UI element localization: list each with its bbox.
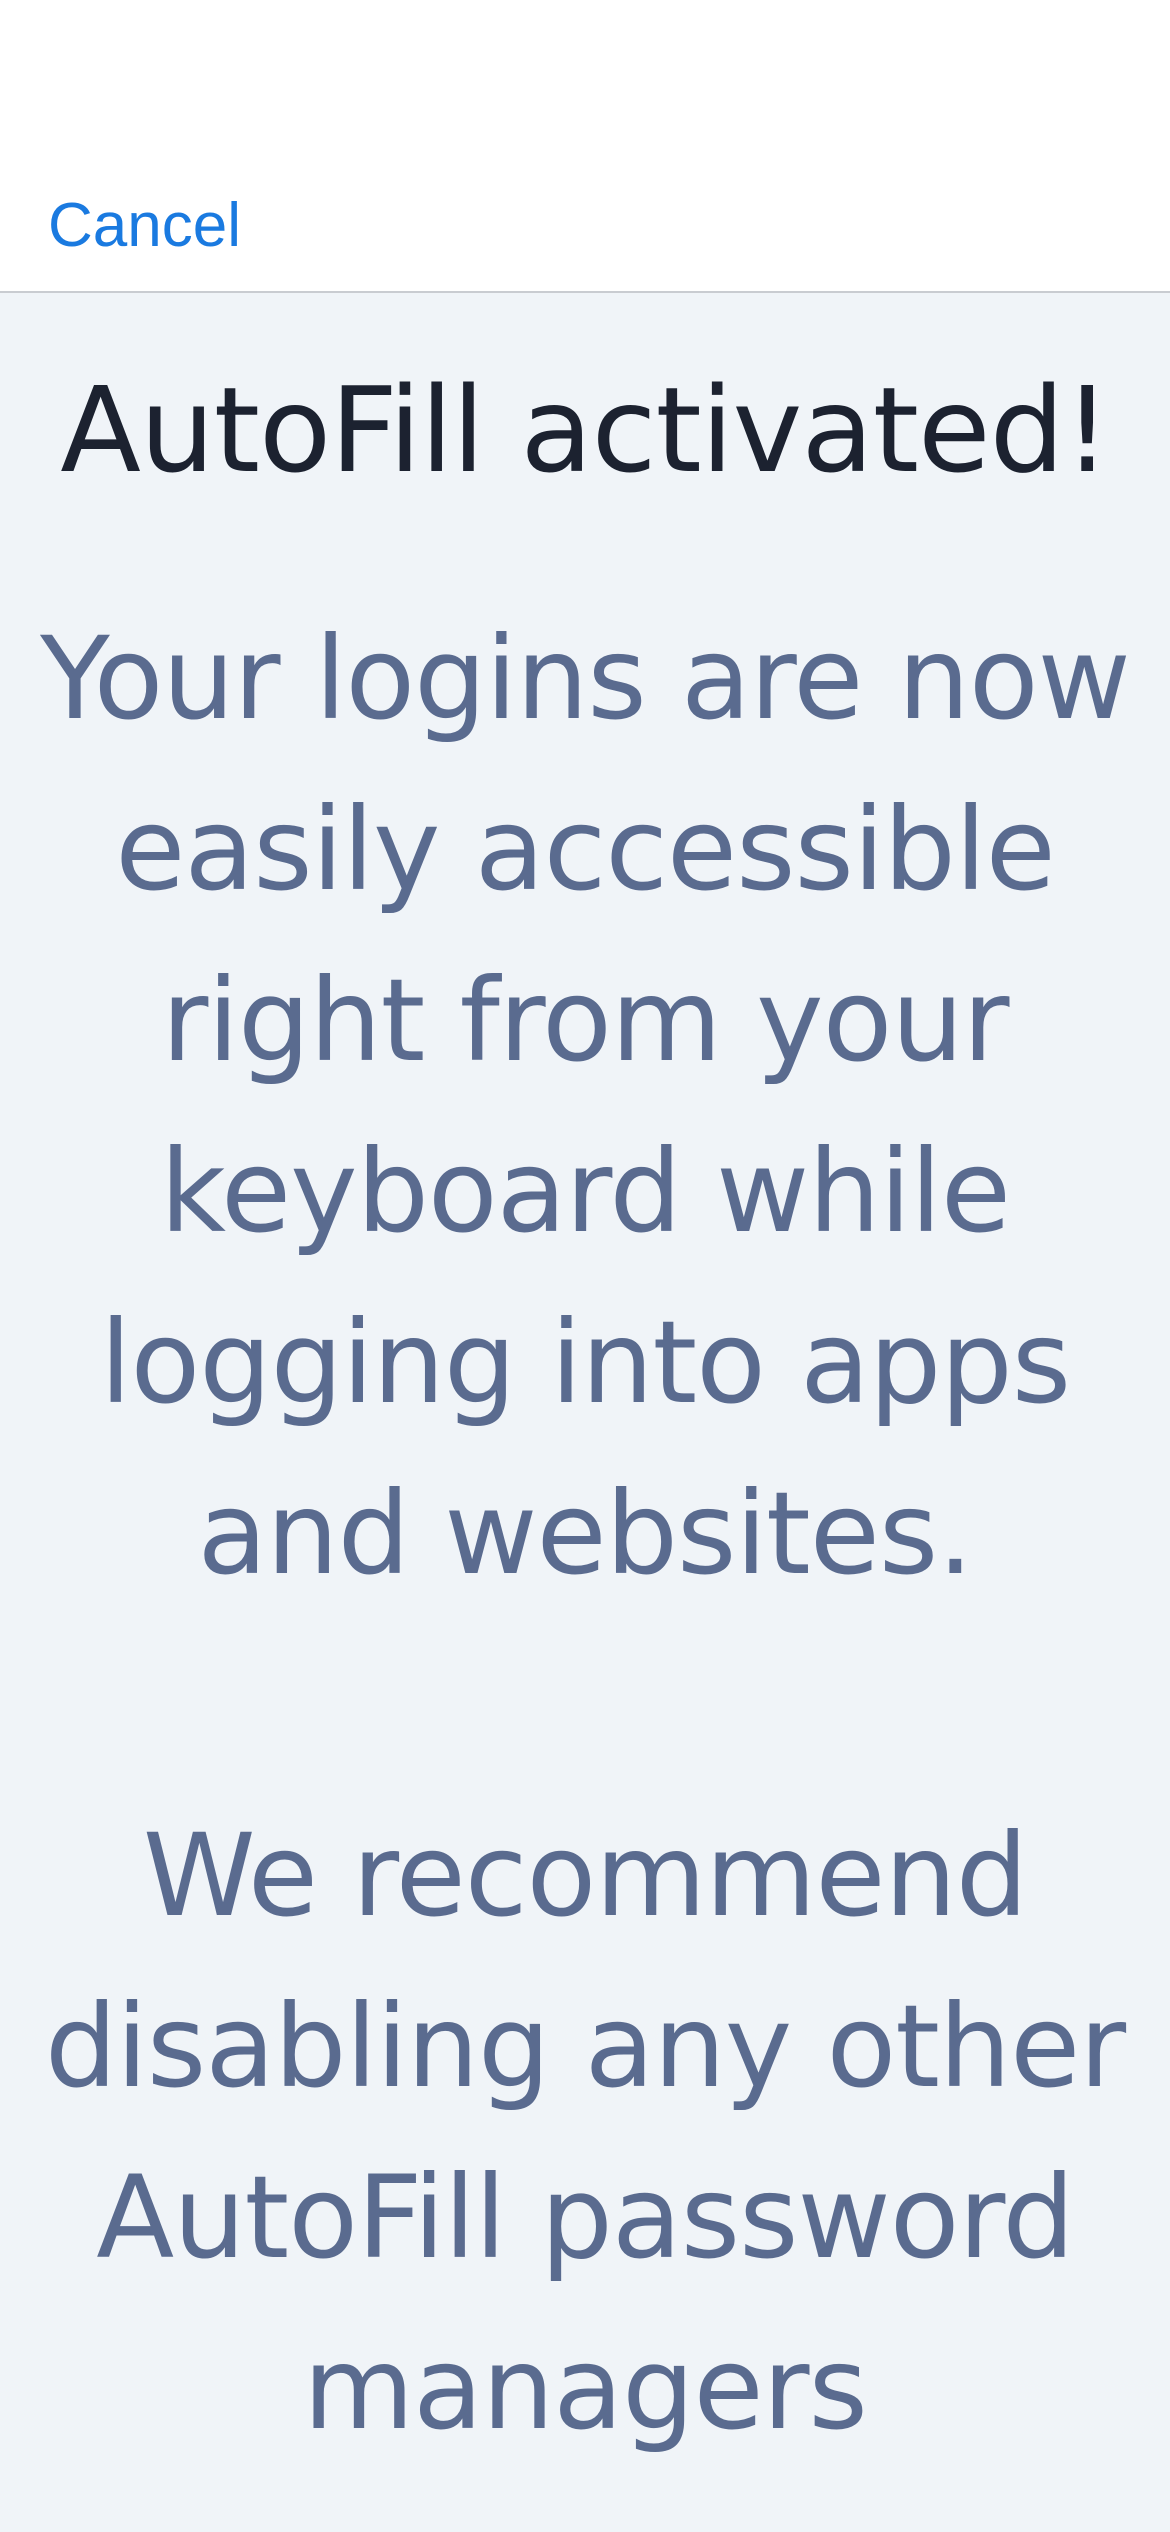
cancel-button[interactable]: Cancel [48,190,241,262]
page-title: AutoFill activated! [60,361,1111,499]
autofill-description: Your logins are now easily accessible ri… [40,612,1131,2455]
navigation-bar: Cancel [0,0,1170,293]
autofill-activated-content: AutoFill activated! Your logins are now … [0,293,1170,2532]
